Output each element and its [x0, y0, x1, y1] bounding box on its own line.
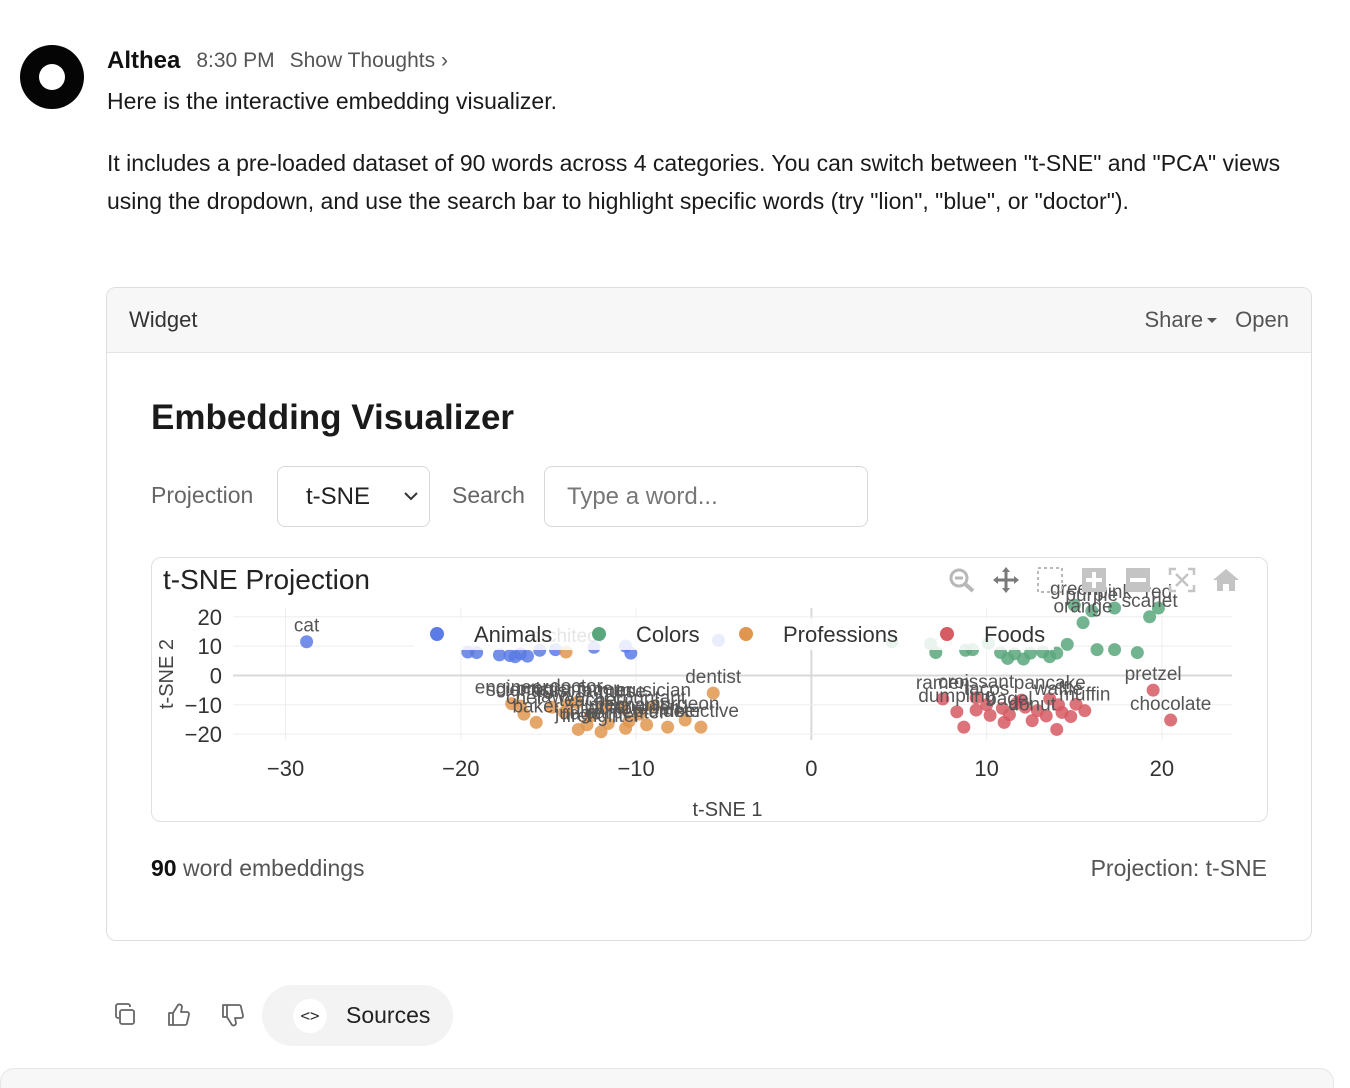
copy-icon — [115, 1003, 135, 1025]
thumbs-down-button[interactable] — [216, 998, 250, 1032]
x-tick-label: −10 — [617, 756, 654, 781]
y-axis-title: t-SNE 2 — [156, 639, 178, 709]
point-label: pretzel — [1125, 664, 1182, 685]
show-thoughts-button[interactable]: Show Thoughts › — [290, 49, 448, 73]
zoom-in-icon[interactable] — [1079, 567, 1109, 593]
x-tick-label: −30 — [267, 756, 304, 781]
plot-title: t-SNE Projection — [163, 564, 370, 595]
visualizer-heading: Embedding Visualizer — [151, 398, 515, 437]
y-tick-label: 0 — [210, 663, 222, 688]
projection-label: Projection — [151, 482, 254, 508]
y-tick-label: 10 — [198, 634, 222, 659]
reset-axes-icon[interactable] — [1211, 567, 1241, 593]
data-point[interactable] — [1108, 643, 1122, 657]
legend-label: Colors — [636, 622, 700, 647]
y-tick-label: −20 — [185, 722, 222, 747]
data-point[interactable] — [520, 649, 534, 663]
avatar — [20, 45, 84, 109]
point-label: dumpling — [918, 686, 995, 707]
sources-label: Sources — [346, 1002, 431, 1028]
avatar-eye-icon — [39, 64, 65, 90]
pan-icon[interactable] — [991, 567, 1021, 593]
data-point[interactable] — [950, 705, 964, 719]
legend-marker[interactable] — [739, 627, 753, 641]
widget-header: Widget Share Open — [107, 288, 1311, 353]
point-label: dentist — [685, 667, 742, 688]
y-tick-label: −10 — [185, 693, 222, 718]
message-text-intro: Here is the interactive embedding visual… — [107, 88, 558, 114]
message-header: Althea 8:30 PM Show Thoughts › — [107, 44, 448, 78]
thumbs-down-icon — [222, 1004, 244, 1027]
legend-marker[interactable] — [430, 627, 444, 641]
x-axis-title: t-SNE 1 — [692, 799, 762, 821]
data-point[interactable] — [529, 715, 543, 729]
data-point[interactable] — [983, 708, 997, 722]
y-tick-label: 20 — [198, 605, 222, 630]
data-point[interactable] — [957, 720, 971, 734]
search-label: Search — [452, 482, 525, 508]
projection-select-value: t-SNE — [306, 483, 371, 510]
search-input[interactable] — [544, 466, 868, 527]
embedding-count: 90 word embeddings — [151, 855, 365, 882]
scatter-chart[interactable]: −30 −20 −10 0 10 20 20 10 0 −10 −20 t-SNE 1 t-SNE 2 c… — [152, 558, 1268, 822]
sources-button[interactable]: <> Sources — [262, 985, 453, 1046]
legend-label: Animals — [474, 622, 552, 647]
composer-bar[interactable] — [0, 1068, 1334, 1088]
projection-status: Projection: t-SNE — [1090, 855, 1267, 881]
legend-label: Foods — [984, 622, 1045, 647]
point-label: detective — [663, 701, 739, 722]
message-text-details: It includes a pre-loaded dataset of 90 w… — [107, 150, 1281, 214]
widget-card: Widget Share Open Embedding Visualizer P… — [106, 287, 1312, 941]
x-tick-label: 20 — [1150, 756, 1174, 781]
plot-modebar — [947, 567, 1241, 593]
share-button[interactable]: Share — [1144, 307, 1218, 333]
code-brackets-icon: <> — [293, 998, 327, 1033]
chevron-down-icon — [404, 492, 418, 501]
zoom-icon[interactable] — [947, 567, 977, 593]
embedding-count-value: 90 — [151, 855, 177, 881]
data-point[interactable] — [300, 635, 314, 649]
sender-name: Althea — [107, 47, 181, 74]
data-point[interactable] — [1076, 616, 1090, 630]
copy-button[interactable] — [108, 998, 142, 1032]
data-point[interactable] — [1064, 710, 1078, 724]
data-point[interactable] — [594, 725, 608, 739]
data-point[interactable] — [997, 715, 1011, 729]
zoom-out-icon[interactable] — [1123, 567, 1153, 593]
message-time: 8:30 PM — [196, 49, 275, 72]
plot-container: −30 −20 −10 0 10 20 20 10 0 −10 −20 t-SNE 1 t-SNE 2 c… — [151, 557, 1268, 822]
legend-marker[interactable] — [940, 627, 954, 641]
open-button[interactable]: Open — [1235, 307, 1289, 333]
point-label: chocolate — [1130, 694, 1211, 715]
point-label: carpenter — [585, 702, 666, 723]
legend-label: Professions — [783, 622, 898, 647]
embedding-count-label: word embeddings — [176, 855, 365, 881]
data-point[interactable] — [1060, 637, 1074, 651]
share-label: Share — [1144, 307, 1204, 332]
thumbs-up-button[interactable] — [162, 998, 196, 1032]
box-select-icon[interactable] — [1035, 567, 1065, 593]
point-label: muffin — [1059, 685, 1110, 706]
x-tick-label: 10 — [974, 756, 998, 781]
data-point[interactable] — [1164, 713, 1178, 727]
point-label: cat — [294, 616, 320, 637]
thumbs-up-icon — [168, 1003, 190, 1026]
autoscale-icon[interactable] — [1167, 567, 1197, 593]
x-tick-label: 0 — [805, 756, 817, 781]
data-point[interactable] — [694, 720, 708, 734]
legend-marker[interactable] — [592, 627, 606, 641]
data-point[interactable] — [1090, 643, 1104, 657]
caret-down-icon — [1207, 317, 1218, 323]
data-point[interactable] — [1050, 722, 1064, 736]
x-tick-label: −20 — [442, 756, 479, 781]
widget-title: Widget — [129, 307, 198, 332]
data-point[interactable] — [1130, 646, 1144, 660]
point-label: programmer — [516, 679, 620, 700]
projection-select[interactable]: t-SNE — [277, 466, 430, 527]
